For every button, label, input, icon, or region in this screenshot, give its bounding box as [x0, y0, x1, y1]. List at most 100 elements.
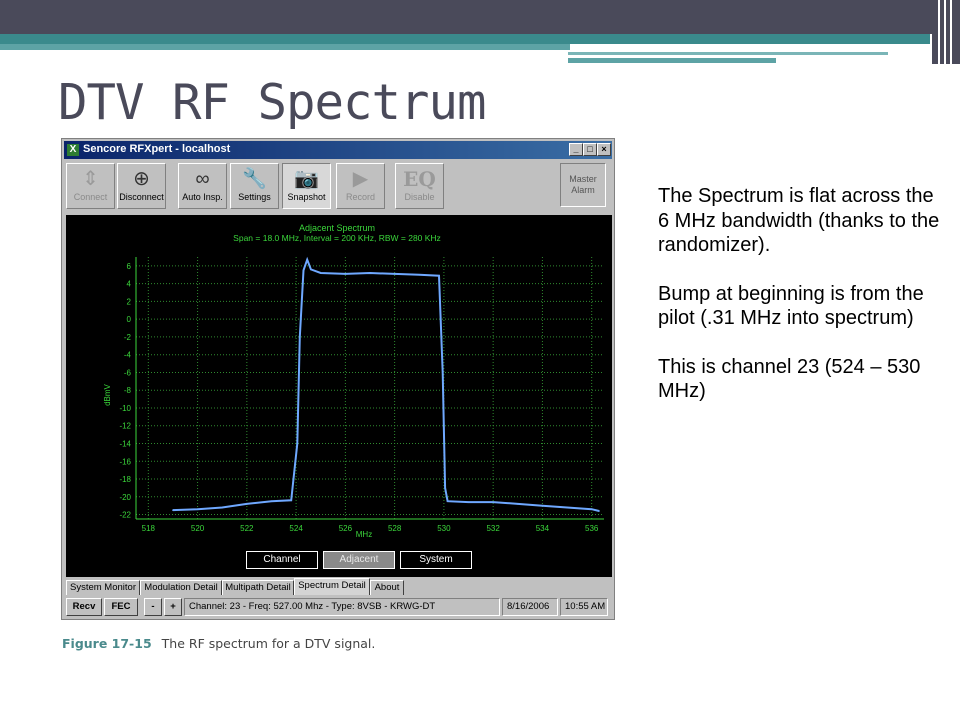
camera-icon: 📷 — [294, 168, 319, 190]
disable-label: Disable — [404, 192, 435, 202]
y-tick-label: -22 — [119, 511, 131, 520]
tab-multipath-detail[interactable]: Multipath Detail — [222, 580, 294, 595]
x-tick-label: 524 — [289, 524, 303, 533]
status-time: 10:55 AM — [560, 598, 608, 616]
spectrum-point — [541, 504, 544, 507]
channel-up-button[interactable]: + — [164, 598, 182, 616]
y-tick-label: 4 — [127, 280, 132, 289]
channel-down-button[interactable]: - — [144, 598, 162, 616]
record-button[interactable]: ▶ Record — [336, 163, 385, 209]
auto-inspect-label: Auto Insp. — [182, 192, 223, 202]
spectrum-point — [438, 274, 440, 277]
recv-button[interactable]: Recv — [66, 598, 102, 616]
spectrum-point — [444, 487, 446, 489]
channel-view-button[interactable]: Channel — [246, 551, 318, 569]
record-label: Record — [345, 192, 375, 202]
spectrum-point — [418, 273, 421, 276]
header-bar — [0, 0, 960, 34]
spectrum-point — [492, 501, 494, 503]
y-tick-label: 0 — [127, 315, 132, 324]
caption-text: The RF spectrum for a DTV signal. — [161, 636, 376, 651]
spectrum-point — [246, 503, 248, 505]
disconnect-label: Disconnect — [119, 192, 164, 202]
system-view-button[interactable]: System — [400, 551, 472, 569]
spectrum-point — [270, 500, 273, 503]
header-accent-bar — [0, 34, 930, 44]
spectrum-point — [296, 442, 299, 445]
header-accent-line — [568, 52, 888, 55]
x-tick-label: 518 — [142, 524, 156, 533]
app-icon: X — [67, 144, 79, 156]
header-corner — [932, 0, 960, 64]
y-tick-label: -4 — [124, 351, 132, 360]
x-tick-label: 534 — [536, 524, 550, 533]
y-axis-label: dBmV — [103, 383, 112, 405]
spectrum-point — [566, 506, 568, 509]
y-tick-label: -14 — [119, 440, 131, 449]
spectrum-point — [441, 371, 444, 374]
video-camera-icon: ▶ — [352, 168, 369, 190]
x-tick-label: 536 — [585, 524, 599, 533]
x-tick-label: 532 — [486, 524, 500, 533]
figure-caption: Figure 17-15 The RF spectrum for a DTV si… — [62, 636, 375, 651]
spectrum-point — [467, 501, 470, 503]
maximize-button[interactable]: □ — [583, 143, 597, 156]
x-tick-label: 522 — [240, 524, 254, 533]
spectrum-point — [306, 258, 308, 261]
snapshot-button[interactable]: 📷 Snapshot — [282, 163, 331, 209]
y-tick-label: -2 — [124, 333, 132, 342]
spectrum-point — [393, 273, 396, 275]
connect-button[interactable]: ⇕ Connect — [66, 163, 115, 209]
y-tick-label: -16 — [119, 457, 131, 466]
header-accent-line — [0, 44, 570, 50]
connect-label: Connect — [73, 192, 108, 202]
tab-system-monitor[interactable]: System Monitor — [66, 580, 140, 595]
note-channel: This is channel 23 (524 – 530 MHz) — [658, 355, 921, 403]
spectrum-point — [290, 499, 292, 502]
window-titlebar[interactable]: X Sencore RFXpert - localhost _ □ × — [64, 141, 612, 159]
y-tick-label: 2 — [127, 297, 132, 306]
spectrum-trace — [172, 256, 600, 512]
wrench-icon: 🔧 — [242, 168, 267, 190]
x-tick-label: 530 — [437, 524, 451, 533]
status-date: 8/16/2006 — [502, 598, 558, 616]
tab-about[interactable]: About — [370, 580, 404, 595]
close-button[interactable]: × — [597, 143, 611, 156]
tab-bar: System Monitor Modulation Detail Multipa… — [66, 578, 612, 596]
disconnect-button[interactable]: ⊕ Disconnect — [117, 163, 166, 209]
spectrum-point — [302, 269, 305, 272]
toolbar: ⇕ Connect ⊕ Disconnect ∞ Auto Insp. 🔧 Se… — [64, 161, 612, 211]
app-window: X Sencore RFXpert - localhost _ □ × ⇕ Co… — [61, 138, 615, 620]
y-tick-label: 6 — [127, 262, 132, 271]
fec-button[interactable]: FEC — [104, 598, 138, 616]
settings-button[interactable]: 🔧 Settings — [230, 163, 279, 209]
y-tick-label: -6 — [124, 368, 132, 377]
spectrum-point — [221, 506, 224, 509]
window-title: Sencore RFXpert - localhost — [83, 143, 231, 155]
caption-label: Figure 17-15 — [62, 636, 152, 651]
spectrum-point — [446, 500, 449, 503]
spectrum-point — [310, 268, 312, 271]
spectrum-point — [319, 272, 322, 274]
chart-title: Adjacent Spectrum — [299, 223, 375, 233]
spectrum-point — [196, 508, 199, 511]
settings-label: Settings — [238, 192, 271, 202]
slide-title: DTV RF Spectrum — [58, 74, 487, 131]
x-tick-label: 520 — [191, 524, 205, 533]
tab-spectrum-detail[interactable]: Spectrum Detail — [294, 578, 370, 595]
tab-modulation-detail[interactable]: Modulation Detail — [140, 580, 222, 595]
spectrum-point — [344, 273, 347, 275]
header-accent-line — [568, 58, 776, 63]
x-axis-label: MHz — [356, 530, 372, 539]
y-tick-label: -18 — [119, 475, 131, 484]
connect-icon: ⇕ — [82, 168, 99, 190]
y-tick-label: -8 — [124, 386, 132, 395]
spectrum-point — [369, 272, 371, 274]
minimize-button[interactable]: _ — [569, 143, 583, 156]
disable-eq-button[interactable]: EQ Disable — [395, 163, 444, 209]
chart-subtitle: Span = 18.0 MHz, Interval = 200 KHz, RBW… — [233, 233, 441, 243]
auto-inspect-button[interactable]: ∞ Auto Insp. — [178, 163, 227, 209]
slide-notes: The Spectrum is flat across the 6 MHz ba… — [658, 184, 948, 428]
adjacent-view-button[interactable]: Adjacent — [323, 551, 395, 569]
master-alarm-indicator[interactable]: Master Alarm — [560, 163, 606, 207]
